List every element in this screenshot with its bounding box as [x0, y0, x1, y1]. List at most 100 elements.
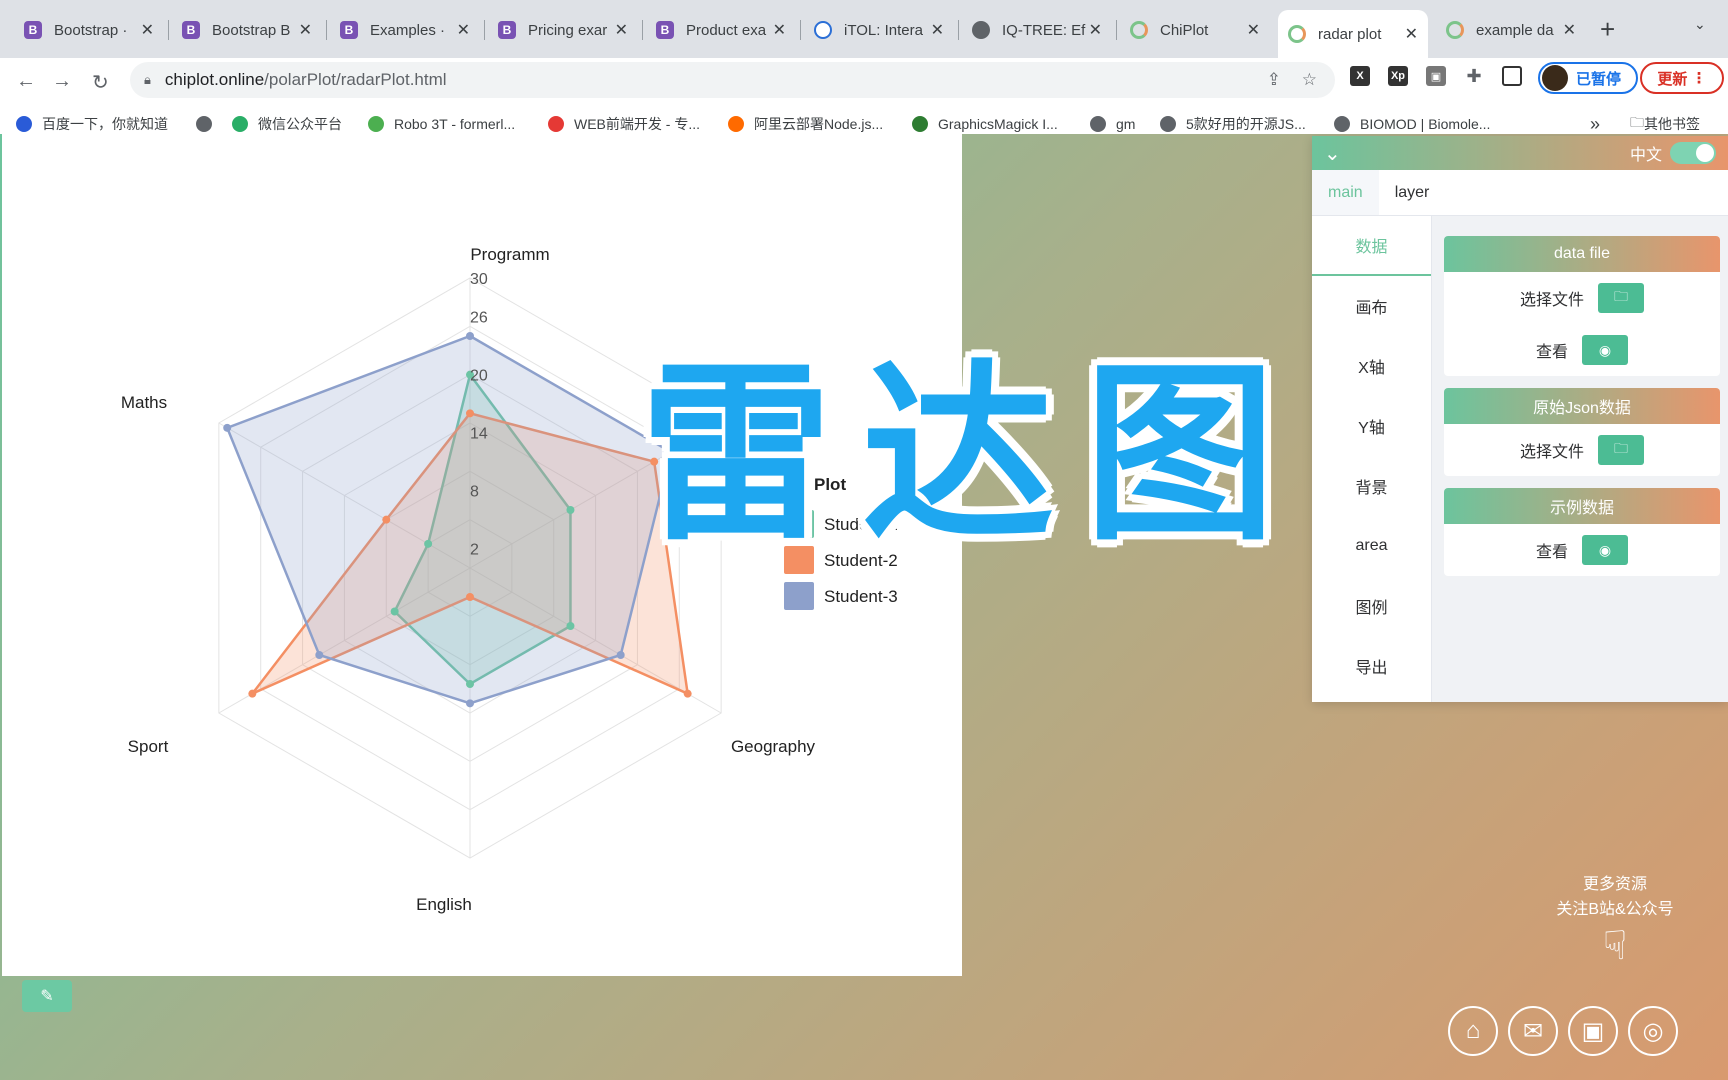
browser-tab[interactable]: B Product exa ✕: [646, 12, 796, 48]
bookmark-item[interactable]: [196, 116, 222, 132]
avatar: [1542, 65, 1568, 91]
browser-tab[interactable]: B Bootstrap B ✕: [172, 12, 322, 48]
new-tab-button[interactable]: +: [1600, 14, 1615, 45]
bookmark-star-icon[interactable]: ☆: [1302, 70, 1317, 90]
tab-main[interactable]: main: [1312, 170, 1379, 215]
bookmark-item[interactable]: 百度一下，你就知道: [16, 114, 168, 134]
bookmark-item[interactable]: 5款好用的开源JS...: [1160, 114, 1306, 134]
close-tab-icon[interactable]: ✕: [1405, 24, 1418, 44]
side-menu-item[interactable]: 导出: [1312, 636, 1431, 696]
bookmark-icon: [196, 116, 212, 132]
language-toggle[interactable]: [1670, 142, 1716, 164]
reload-icon[interactable]: ↻: [92, 70, 109, 95]
forward-icon[interactable]: →: [52, 70, 72, 93]
bookmark-item[interactable]: 阿里云部署Node.js...: [728, 114, 883, 134]
bookmark-item[interactable]: Robo 3T - formerl...: [368, 116, 515, 132]
language-switch[interactable]: 中文: [1630, 141, 1716, 165]
tick-label: 30: [470, 271, 488, 288]
choose-file-label: 选择文件: [1519, 444, 1584, 461]
x-extension-icon[interactable]: X: [1350, 66, 1370, 86]
tick-label: 26: [470, 310, 488, 327]
share-icon[interactable]: ⇪: [1267, 70, 1281, 90]
browser-tab[interactable]: iTOL: Intera ✕: [804, 12, 954, 48]
url-path: /polarPlot/radarPlot.html: [264, 70, 447, 89]
bookmark-item[interactable]: BIOMOD | Biomole...: [1334, 116, 1490, 132]
bookmark-item[interactable]: GraphicsMagick I...: [912, 116, 1058, 132]
edit-icon[interactable]: ✎: [22, 980, 72, 1012]
close-tab-icon[interactable]: ✕: [141, 20, 154, 40]
bookmark-item[interactable]: gm: [1090, 116, 1135, 132]
close-tab-icon[interactable]: ✕: [615, 20, 628, 40]
tab-separator: [958, 20, 959, 40]
tab-search-chevron-icon[interactable]: ⌄: [1694, 16, 1706, 33]
browser-tab[interactable]: IQ-TREE: Ef ✕: [962, 12, 1112, 48]
tab-title: iTOL: Intera: [844, 21, 923, 39]
bookmark-label: 阿里云部署Node.js...: [754, 116, 884, 132]
side-menu-item[interactable]: 数据: [1312, 216, 1431, 276]
more-bookmarks-button[interactable]: »: [1590, 114, 1600, 135]
bookmark-item[interactable]: 微信公众平台: [232, 114, 342, 134]
browser-tab[interactable]: B Examples · ✕: [330, 12, 480, 48]
tab-separator: [800, 20, 801, 40]
home-icon[interactable]: ⌂: [1448, 1006, 1498, 1056]
browser-tab[interactable]: B Pricing exar ✕: [488, 12, 638, 48]
close-tab-icon[interactable]: ✕: [1563, 20, 1576, 40]
bookmark-label: BIOMOD | Biomole...: [1360, 116, 1491, 132]
card-row: 查看 ◉: [1444, 524, 1720, 576]
data-point: [424, 539, 433, 548]
eye-icon[interactable]: ◉: [1582, 535, 1628, 565]
tick-label: 14: [470, 426, 488, 443]
side-menu-item[interactable]: 画布: [1312, 276, 1431, 336]
tab-title: Bootstrap ·: [54, 21, 128, 39]
close-tab-icon[interactable]: ✕: [931, 20, 944, 40]
back-icon[interactable]: ←: [16, 70, 36, 93]
browser-tab[interactable]: ChiPlot ✕: [1120, 12, 1270, 48]
side-menu-item[interactable]: 图例: [1312, 576, 1431, 636]
tab-layer[interactable]: layer: [1378, 170, 1728, 215]
address-bar[interactable]: 🔒︎ chiplot.online/polarPlot/radarPlot.ht…: [130, 62, 1335, 98]
browser-tab[interactable]: example da ✕: [1436, 12, 1586, 48]
bookmark-label: GraphicsMagick I...: [938, 116, 1058, 132]
folder-icon[interactable]: 🗀: [1598, 435, 1644, 465]
eye-icon[interactable]: ◉: [1582, 335, 1628, 365]
close-tab-icon[interactable]: ✕: [457, 20, 470, 40]
side-menu-item[interactable]: area: [1312, 516, 1431, 576]
side-menu-item[interactable]: Y轴: [1312, 396, 1431, 456]
close-tab-icon[interactable]: ✕: [1089, 20, 1102, 40]
close-tab-icon[interactable]: ✕: [299, 20, 312, 40]
update-button[interactable]: 更新 ⋮: [1640, 62, 1724, 94]
browser-tab[interactable]: radar plot ✕: [1278, 10, 1428, 58]
folder-icon[interactable]: 🗀: [1598, 283, 1644, 313]
tab-separator: [484, 20, 485, 40]
data-point: [466, 332, 474, 340]
tab-title: Bootstrap B: [212, 21, 291, 39]
bookmark-icon: [1090, 116, 1106, 132]
side-menu-item[interactable]: 背景: [1312, 456, 1431, 516]
settings-header: ⌄ 中文: [1312, 136, 1728, 170]
browser-tab[interactable]: B Bootstrap · ✕: [14, 12, 164, 48]
wechat-icon[interactable]: ✉: [1508, 1006, 1558, 1056]
side-panel-icon[interactable]: [1502, 66, 1522, 86]
collapse-chevron-icon[interactable]: ⌄: [1324, 141, 1341, 166]
card-row: 查看 ◉: [1444, 324, 1720, 376]
close-tab-icon[interactable]: ✕: [1247, 20, 1260, 40]
data-point: [223, 423, 232, 432]
data-point: [382, 515, 391, 524]
bookmark-item[interactable]: WEB前端开发 - 专...: [548, 114, 700, 134]
tab-title: example da: [1476, 21, 1554, 39]
bilibili-icon[interactable]: ▣: [1568, 1006, 1618, 1056]
extensions-puzzle-icon[interactable]: ✚: [1464, 66, 1484, 86]
other-bookmarks-folder[interactable]: 🗀 其他书签: [1630, 112, 1700, 136]
camera-extension-icon[interactable]: ▣: [1426, 66, 1446, 86]
bookmark-icon: [912, 116, 928, 132]
tick-label: 2: [470, 542, 479, 559]
view-label: 查看: [1535, 344, 1568, 361]
refresh-logo-icon[interactable]: ◎: [1628, 1006, 1678, 1056]
profile-paused-button[interactable]: 已暂停: [1538, 62, 1638, 94]
close-tab-icon[interactable]: ✕: [773, 20, 786, 40]
side-menu-item[interactable]: X轴: [1312, 336, 1431, 396]
xp-extension-icon[interactable]: Xp: [1388, 66, 1408, 86]
bookmark-icon: [232, 116, 248, 132]
profile-paused-label: 已暂停: [1576, 70, 1622, 88]
data-point: [248, 689, 257, 698]
